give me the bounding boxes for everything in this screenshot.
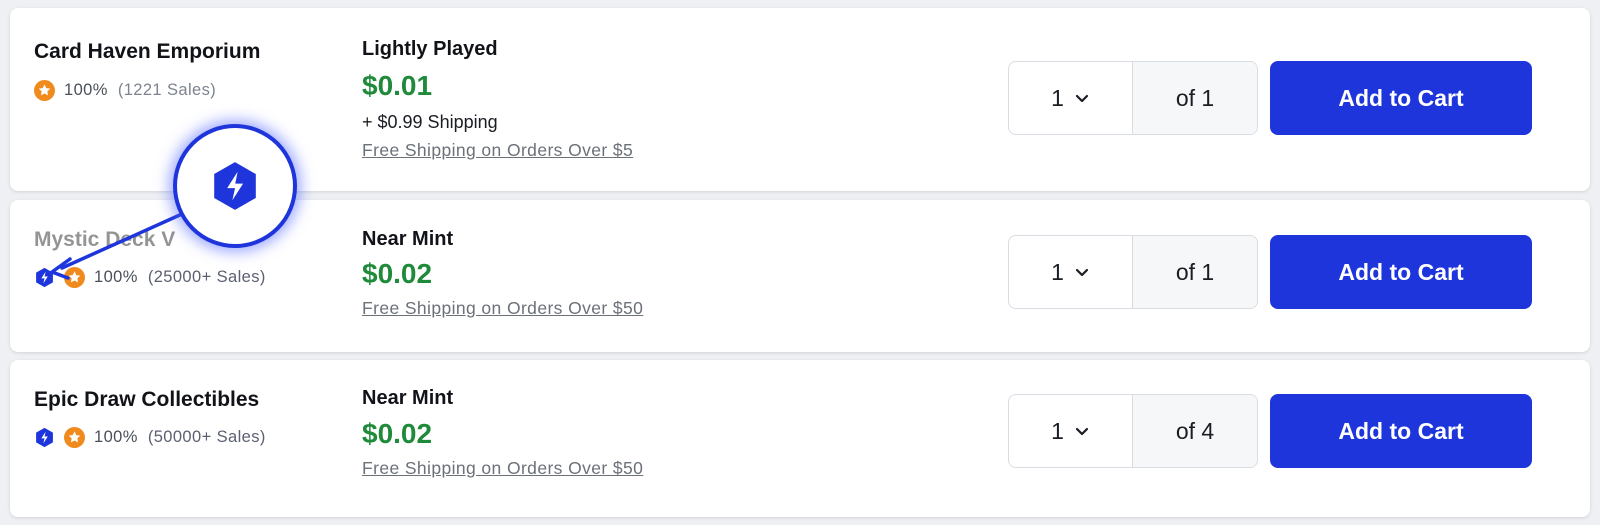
add-to-cart-button[interactable]: Add to Cart <box>1270 61 1532 135</box>
quantity-available: of 4 <box>1133 395 1257 467</box>
rating-percent: 100% <box>64 81 108 99</box>
quantity-value: 1 <box>1051 84 1064 111</box>
sales-count: (1221 Sales) <box>117 81 217 99</box>
seller-name[interactable]: Card Haven Emporium <box>34 40 260 64</box>
card-condition: Near Mint <box>362 387 454 409</box>
shipping-cost: + $0.99 Shipping <box>362 112 498 132</box>
star-badge-icon <box>64 267 85 288</box>
sales-count: (50000+ Sales) <box>147 428 266 446</box>
price: $0.02 <box>362 418 433 449</box>
direct-seller-icon <box>34 267 55 288</box>
callout-highlight <box>173 124 297 248</box>
chevron-down-icon <box>1074 264 1090 280</box>
quantity-value: 1 <box>1051 258 1064 285</box>
quantity-available: of 1 <box>1133 236 1257 308</box>
quantity-available: of 1 <box>1133 62 1257 134</box>
quantity-control: 1 of 4 <box>1008 394 1258 468</box>
sales-count: (25000+ Sales) <box>147 268 266 286</box>
quantity-value: 1 <box>1051 417 1064 444</box>
quantity-select[interactable]: 1 <box>1009 62 1133 134</box>
card-condition: Near Mint <box>362 228 454 250</box>
chevron-down-icon <box>1074 423 1090 439</box>
price: $0.01 <box>362 70 433 101</box>
star-badge-icon <box>64 427 85 448</box>
direct-seller-icon <box>214 162 256 210</box>
quantity-control: 1 of 1 <box>1008 235 1258 309</box>
quantity-select[interactable]: 1 <box>1009 236 1133 308</box>
free-shipping-link[interactable]: Free Shipping on Orders Over $50 <box>362 298 643 319</box>
rating-percent: 100% <box>94 428 138 446</box>
free-shipping-link[interactable]: Free Shipping on Orders Over $5 <box>362 140 633 161</box>
quantity-select[interactable]: 1 <box>1009 395 1133 467</box>
star-badge-icon <box>34 80 55 101</box>
free-shipping-link[interactable]: Free Shipping on Orders Over $50 <box>362 458 643 479</box>
listing-card: Epic Draw Collectibles 100% (50000+ Sale… <box>10 360 1590 517</box>
add-to-cart-button[interactable]: Add to Cart <box>1270 394 1532 468</box>
seller-name[interactable]: Epic Draw Collectibles <box>34 388 259 412</box>
seller-rating: 100% (50000+ Sales) <box>34 427 266 448</box>
add-to-cart-button[interactable]: Add to Cart <box>1270 235 1532 309</box>
direct-seller-icon <box>34 427 55 448</box>
seller-rating: 100% (25000+ Sales) <box>34 267 266 288</box>
seller-rating: 100% (1221 Sales) <box>34 80 216 101</box>
card-condition: Lightly Played <box>362 38 498 60</box>
rating-percent: 100% <box>94 268 138 286</box>
chevron-down-icon <box>1074 90 1090 106</box>
price: $0.02 <box>362 258 433 289</box>
seller-name[interactable]: Mystic Deck V <box>34 228 175 252</box>
quantity-control: 1 of 1 <box>1008 61 1258 135</box>
